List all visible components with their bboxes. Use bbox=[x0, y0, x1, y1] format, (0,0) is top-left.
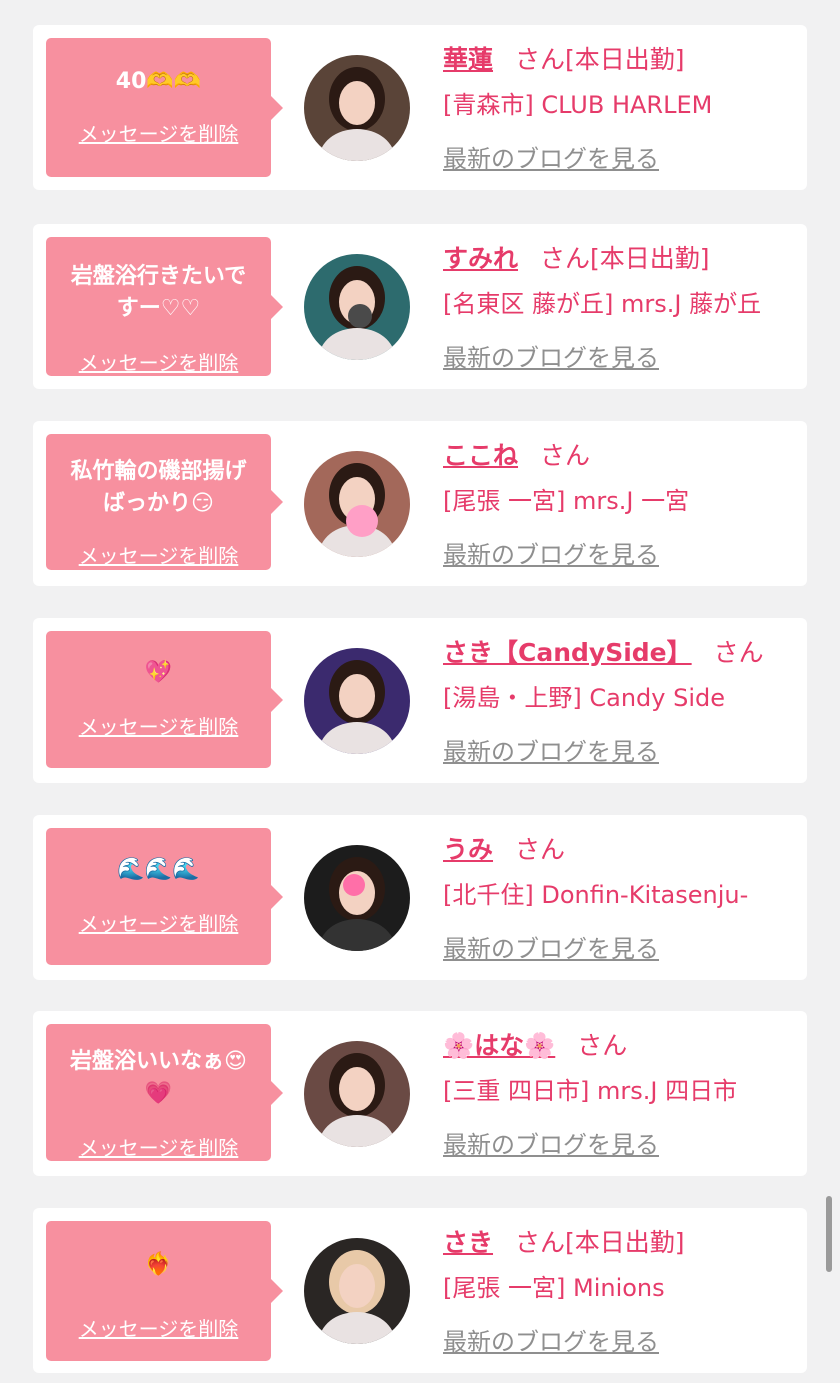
attendance-status: [本日出勤] bbox=[565, 45, 685, 74]
message-card: 岩盤浴いいなぁ😍 💗 メッセージを削除 🌸はな🌸 さん [三重 四日市] mrs.J 四… bbox=[33, 1011, 807, 1176]
message-card: 岩盤浴行きたいで すー♡♡ メッセージを削除 すみれ さん[本日出勤] [名東区 藤が丘… bbox=[33, 224, 807, 389]
message-text: 岩盤浴いいなぁ😍 💗 bbox=[70, 1049, 247, 1106]
honorific-label: さん bbox=[540, 244, 591, 273]
attendance-status: [本日出勤] bbox=[590, 244, 710, 273]
honorific-label: さん bbox=[713, 638, 764, 667]
message-text: 💖 bbox=[144, 660, 173, 685]
cast-info: さき さん[本日出勤] [尾張 一宮] Minions 最新のブログを見る bbox=[443, 1226, 799, 1366]
message-card: ❤️‍🔥 メッセージを削除 さき さん[本日出勤] [尾張 一宮] Minions 最新の… bbox=[33, 1208, 807, 1373]
latest-blog-link[interactable]: 最新のブログを見る bbox=[443, 736, 659, 768]
honorific-label: さん bbox=[515, 45, 566, 74]
cast-info: 華蓮 さん[本日出勤] [青森市] CLUB HARLEM 最新のブログを見る bbox=[443, 43, 799, 183]
profile-photo-icon[interactable] bbox=[304, 254, 410, 360]
delete-message-link[interactable]: メッセージを削除 bbox=[46, 908, 271, 937]
shop-location: [尾張 一宮] mrs.J 一宮 bbox=[443, 487, 690, 515]
message-text: ❤️‍🔥 bbox=[144, 1252, 173, 1277]
scrollbar[interactable] bbox=[826, 1196, 832, 1272]
latest-blog-link[interactable]: 最新のブログを見る bbox=[443, 933, 659, 965]
honorific-label: さん bbox=[515, 1228, 566, 1257]
delete-message-link[interactable]: メッセージを削除 bbox=[46, 1313, 271, 1342]
latest-blog-link[interactable]: 最新のブログを見る bbox=[443, 1129, 659, 1161]
name-row: 華蓮 さん[本日出勤] bbox=[443, 43, 685, 77]
message-text: 40🫶🫶 bbox=[115, 69, 202, 94]
profile-photo-icon[interactable] bbox=[304, 1238, 410, 1344]
message-card: 🌊🌊🌊 メッセージを削除 うみ さん [北千住] Donfin-Kitasenju- 最新… bbox=[33, 815, 807, 980]
honorific-label: さん bbox=[540, 441, 591, 470]
shop-location: [青森市] CLUB HARLEM bbox=[443, 91, 713, 119]
message-text: 岩盤浴行きたいで すー♡♡ bbox=[70, 264, 247, 321]
shop-location: [名東区 藤が丘] mrs.J 藤が丘 bbox=[443, 290, 762, 318]
cast-info: 🌸はな🌸 さん [三重 四日市] mrs.J 四日市最新のブログを見る bbox=[443, 1029, 799, 1169]
name-row: ここね さん bbox=[443, 439, 590, 473]
cast-info: さき【CandySide】 さん [湯島・上野] Candy Side 最新のブログを… bbox=[443, 636, 799, 776]
message-bubble: 💖 メッセージを削除 bbox=[46, 631, 283, 768]
message-bubble: ❤️‍🔥 メッセージを削除 bbox=[46, 1221, 283, 1361]
message-bubble: 40🫶🫶 メッセージを削除 bbox=[46, 38, 283, 177]
attendance-status: [本日出勤] bbox=[565, 1228, 685, 1257]
delete-message-link[interactable]: メッセージを削除 bbox=[46, 540, 271, 569]
cast-name-link[interactable]: 華蓮 bbox=[443, 45, 493, 74]
name-row: うみ さん bbox=[443, 833, 565, 867]
message-text: 私竹輪の磯部揚げ ばっかり😏 bbox=[70, 459, 247, 516]
delete-message-link[interactable]: メッセージを削除 bbox=[46, 118, 271, 147]
delete-message-link[interactable]: メッセージを削除 bbox=[46, 347, 271, 376]
delete-message-link[interactable]: メッセージを削除 bbox=[46, 711, 271, 740]
delete-message-link[interactable]: メッセージを削除 bbox=[46, 1132, 271, 1161]
cast-name-link[interactable]: 🌸はな🌸 bbox=[443, 1031, 555, 1060]
shop-location: [三重 四日市] mrs.J 四日市 bbox=[443, 1077, 738, 1105]
shop-location: [北千住] Donfin-Kitasenju- bbox=[443, 881, 749, 909]
honorific-label: さん bbox=[577, 1031, 628, 1060]
latest-blog-link[interactable]: 最新のブログを見る bbox=[443, 539, 659, 571]
message-bubble: 岩盤浴いいなぁ😍 💗 メッセージを削除 bbox=[46, 1024, 283, 1161]
name-row: さき【CandySide】 さん bbox=[443, 636, 764, 670]
shop-location: [湯島・上野] Candy Side bbox=[443, 684, 725, 712]
name-row: すみれ さん[本日出勤] bbox=[443, 242, 710, 276]
cast-name-link[interactable]: ここね bbox=[443, 441, 518, 470]
profile-photo-icon[interactable] bbox=[304, 1041, 410, 1147]
name-row: さき さん[本日出勤] bbox=[443, 1226, 685, 1260]
message-card: 💖 メッセージを削除 さき【CandySide】 さん [湯島・上野] Candy Si… bbox=[33, 618, 807, 783]
message-bubble: 岩盤浴行きたいで すー♡♡ メッセージを削除 bbox=[46, 237, 283, 376]
latest-blog-link[interactable]: 最新のブログを見る bbox=[443, 342, 659, 374]
cast-name-link[interactable]: うみ bbox=[443, 835, 493, 864]
cast-info: うみ さん [北千住] Donfin-Kitasenju- 最新のブログを見る bbox=[443, 833, 799, 973]
honorific-label: さん bbox=[515, 835, 566, 864]
cast-name-link[interactable]: さき【CandySide】 bbox=[443, 638, 692, 667]
profile-photo-icon[interactable] bbox=[304, 648, 410, 754]
latest-blog-link[interactable]: 最新のブログを見る bbox=[443, 1326, 659, 1358]
shop-location: [尾張 一宮] Minions bbox=[443, 1274, 665, 1302]
profile-photo-icon[interactable] bbox=[304, 845, 410, 951]
message-card: 40🫶🫶 メッセージを削除 華蓮 さん[本日出勤] [青森市] CLUB HARLEM 最… bbox=[33, 25, 807, 190]
cast-info: ここね さん [尾張 一宮] mrs.J 一宮最新のブログを見る bbox=[443, 439, 799, 579]
message-feed: 40🫶🫶 メッセージを削除 華蓮 さん[本日出勤] [青森市] CLUB HARLEM 最… bbox=[0, 0, 840, 1383]
latest-blog-link[interactable]: 最新のブログを見る bbox=[443, 143, 659, 175]
message-card: 私竹輪の磯部揚げ ばっかり😏 メッセージを削除 ここね さん [尾張 一宮] mrs.J… bbox=[33, 421, 807, 586]
cast-info: すみれ さん[本日出勤] [名東区 藤が丘] mrs.J 藤が丘最新のブログを見る bbox=[443, 242, 799, 382]
name-row: 🌸はな🌸 さん bbox=[443, 1029, 627, 1063]
message-bubble: 🌊🌊🌊 メッセージを削除 bbox=[46, 828, 283, 965]
cast-name-link[interactable]: すみれ bbox=[443, 244, 518, 273]
cast-name-link[interactable]: さき bbox=[443, 1228, 493, 1257]
profile-photo-icon[interactable] bbox=[304, 55, 410, 161]
message-bubble: 私竹輪の磯部揚げ ばっかり😏 メッセージを削除 bbox=[46, 434, 283, 570]
message-text: 🌊🌊🌊 bbox=[117, 857, 200, 882]
profile-photo-icon[interactable] bbox=[304, 451, 410, 557]
